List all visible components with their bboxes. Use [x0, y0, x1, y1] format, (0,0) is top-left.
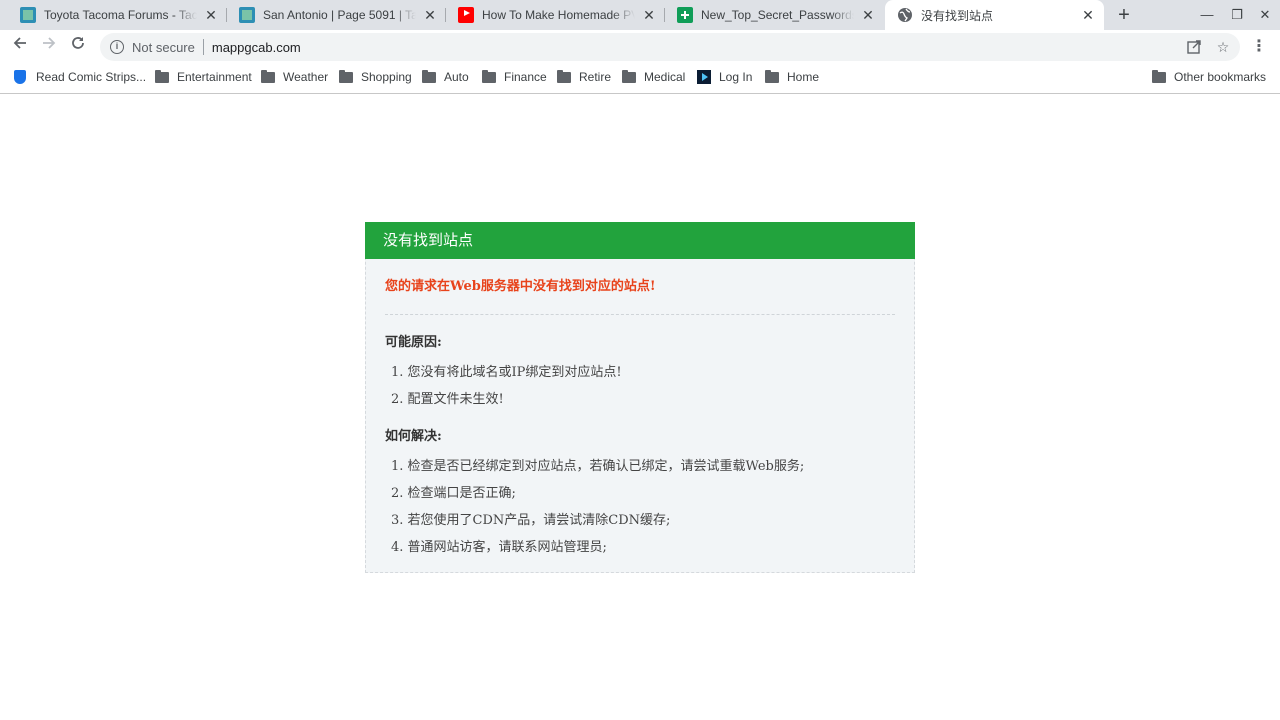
bookmark-folder-weather[interactable]: Weather — [261, 64, 328, 90]
bookmark-label: Weather — [283, 70, 329, 84]
shield-icon — [14, 70, 26, 84]
tab-title: San Antonio | Page 5091 | Tacoma World — [263, 8, 416, 22]
solution-item: 1. 检查是否已经绑定到对应站点，若确认已绑定，请尝试重载Web服务; — [391, 459, 805, 474]
bookmark-folder-auto[interactable]: Auto — [422, 64, 469, 90]
bookmark-log-in[interactable]: Log In — [697, 64, 752, 90]
tab-title: 没有找到站点 — [921, 8, 994, 23]
forward-button[interactable] — [37, 35, 61, 59]
close-tab-icon[interactable]: ✕ — [203, 7, 219, 23]
close-window-button[interactable]: ✕ — [1250, 0, 1280, 30]
folder-icon — [339, 69, 353, 83]
bookmark-folder-shopping[interactable]: Shopping — [339, 64, 412, 90]
other-bookmarks-folder[interactable]: Other bookmarks — [1152, 64, 1266, 90]
tab-pvc-bow-video[interactable]: How To Make Homemade PVC Archery Bow ✕ — [446, 0, 665, 30]
reasons-heading: 可能原因: — [385, 335, 442, 350]
youtube-favicon — [458, 7, 474, 23]
tab-san-antonio[interactable]: San Antonio | Page 5091 | Tacoma World ✕ — [227, 0, 446, 30]
play-icon — [697, 70, 711, 84]
bookmark-label: Auto — [444, 70, 469, 84]
divider — [385, 314, 895, 315]
bookmark-folder-entertainment[interactable]: Entertainment — [155, 64, 252, 90]
bookmark-label: Log In — [719, 70, 753, 84]
forward-arrow-icon — [43, 37, 56, 49]
bookmark-label: Retire — [579, 70, 612, 84]
reason-item: 2. 配置文件未生效! — [391, 392, 504, 407]
folder-icon — [622, 69, 636, 83]
folder-icon — [422, 69, 436, 83]
bookmark-label: Read Comic Strips... — [36, 70, 147, 84]
bookmark-read-comic-strips[interactable]: Read Comic Strips... — [14, 64, 146, 90]
tab-title: New_Top_Secret_Passwords - Google Sheets — [701, 8, 854, 22]
bookmark-folder-finance[interactable]: Finance — [482, 64, 547, 90]
folder-icon — [155, 69, 169, 83]
new-tab-button[interactable]: + — [1112, 3, 1136, 27]
tab-site-not-found[interactable]: 没有找到站点 ✕ — [885, 0, 1104, 30]
browser-toolbar: i Not secure mappgcab.com ☆ ⋮ — [0, 30, 1280, 64]
bookmark-folder-home[interactable]: Home — [765, 64, 819, 90]
bookmark-label: Other bookmarks — [1174, 70, 1267, 84]
solution-item: 4. 普通网站访客，请联系网站管理员; — [391, 540, 607, 555]
bookmark-label: Finance — [504, 70, 547, 84]
folder-icon — [482, 69, 496, 83]
back-button[interactable] — [8, 35, 32, 59]
error-panel: 没有找到站点 您的请求在Web服务器中没有找到对应的站点! 可能原因: 1. 您… — [365, 222, 915, 573]
close-tab-icon[interactable]: ✕ — [1080, 7, 1096, 23]
folder-icon — [261, 69, 275, 83]
error-alert-text: 您的请求在Web服务器中没有找到对应的站点! — [385, 279, 656, 294]
url-text[interactable]: mappgcab.com — [212, 40, 301, 55]
bookmark-label: Home — [787, 70, 820, 84]
solutions-list: 1. 检查是否已经绑定到对应站点，若确认已绑定，请尝试重载Web服务; 2. 检… — [385, 453, 895, 561]
address-divider — [202, 39, 204, 55]
tab-passwords-sheet[interactable]: New_Top_Secret_Passwords - Google Sheets… — [665, 0, 884, 30]
bookmark-label: Entertainment — [177, 70, 252, 84]
solution-item: 3. 若您使用了CDN产品，请尝试清除CDN缓存; — [391, 513, 671, 528]
tab-title: Toyota Tacoma Forums - Tacoma World — [44, 8, 197, 22]
bookmark-label: Shopping — [361, 70, 412, 84]
tab-title: How To Make Homemade PVC Archery Bow — [482, 8, 635, 22]
more-menu-icon[interactable]: ⋮ — [1250, 35, 1268, 59]
folder-icon — [765, 69, 779, 83]
reasons-list: 1. 您没有将此域名或IP绑定到对应站点! 2. 配置文件未生效! — [385, 359, 895, 413]
restore-button[interactable]: ❐ — [1222, 0, 1252, 30]
bookmark-star-icon[interactable]: ☆ — [1211, 33, 1235, 61]
tacoma-world-favicon — [239, 7, 255, 23]
reload-button[interactable] — [66, 35, 90, 59]
open-in-new-icon[interactable] — [1182, 33, 1206, 61]
solution-item: 2. 检查端口是否正确; — [391, 486, 516, 501]
bookmark-folder-retire[interactable]: Retire — [557, 64, 611, 90]
sheets-favicon — [677, 7, 693, 23]
close-tab-icon[interactable]: ✕ — [860, 7, 876, 23]
bookmark-label: Medical — [644, 70, 686, 84]
close-tab-icon[interactable]: ✕ — [641, 7, 657, 23]
bookmarks-bar: Read Comic Strips... Entertainment Weath… — [0, 64, 1280, 94]
info-icon[interactable]: i — [110, 40, 124, 54]
close-tab-icon[interactable]: ✕ — [422, 7, 438, 23]
folder-icon — [1152, 69, 1166, 83]
error-panel-body: 您的请求在Web服务器中没有找到对应的站点! 可能原因: 1. 您没有将此域名或… — [366, 259, 914, 561]
folder-icon — [557, 69, 571, 83]
tab-strip: Toyota Tacoma Forums - Tacoma World ✕ Sa… — [0, 0, 1280, 30]
tab-tacoma-forums[interactable]: Toyota Tacoma Forums - Tacoma World ✕ — [8, 0, 227, 30]
reload-icon — [72, 37, 84, 49]
bookmark-folder-medical[interactable]: Medical — [622, 64, 685, 90]
minimize-button[interactable]: — — [1192, 0, 1222, 30]
error-panel-header: 没有找到站点 — [365, 222, 915, 259]
security-label[interactable]: Not secure — [132, 40, 195, 55]
reason-item: 1. 您没有将此域名或IP绑定到对应站点! — [391, 365, 622, 380]
solutions-heading: 如何解决: — [385, 429, 442, 444]
address-bar[interactable]: i Not secure mappgcab.com ☆ — [100, 33, 1240, 61]
tacoma-world-favicon — [20, 7, 36, 23]
back-arrow-icon — [13, 37, 26, 49]
globe-icon — [897, 7, 913, 23]
